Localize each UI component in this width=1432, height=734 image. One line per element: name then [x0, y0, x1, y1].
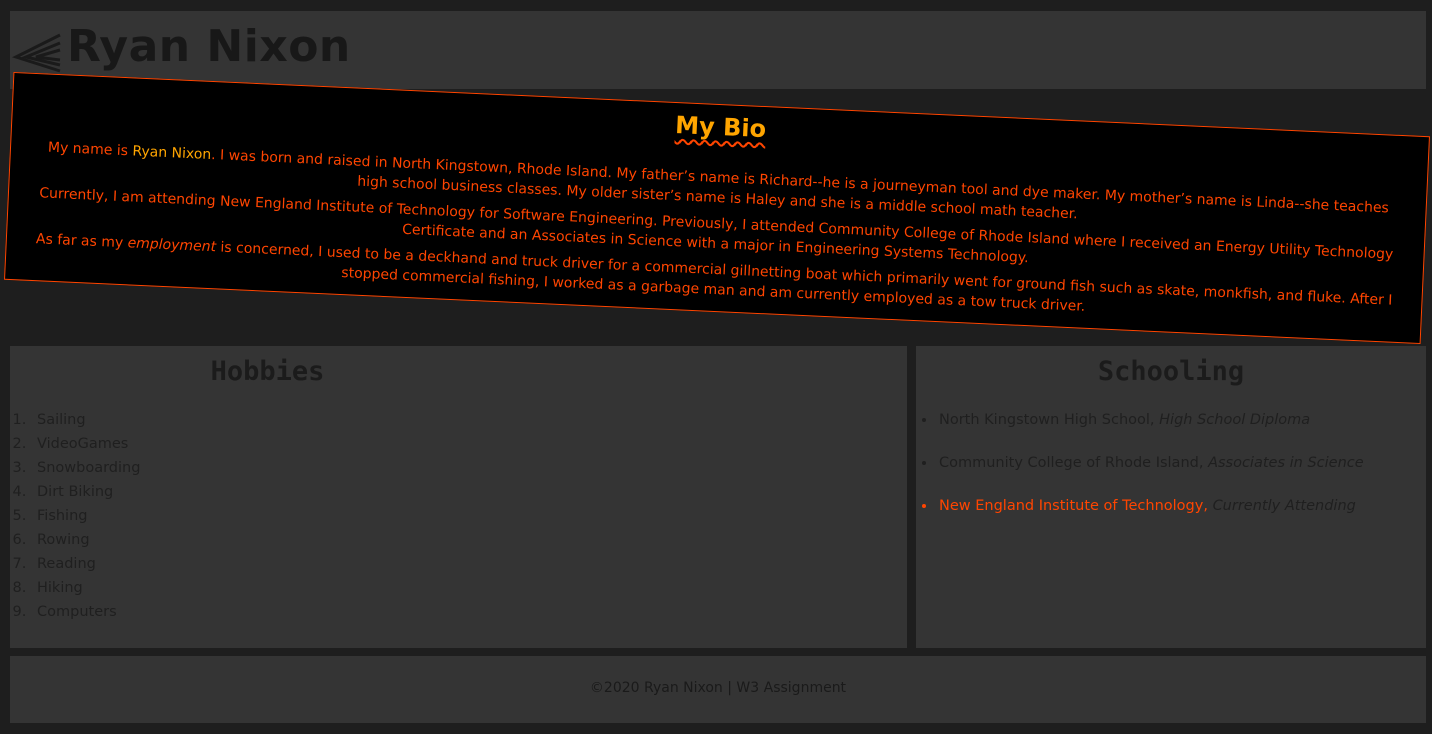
schooling-list: North Kingstown High School, High School…: [916, 408, 1364, 537]
copyright-text: ©2020 Ryan Nixon | W3 Assignment: [589, 680, 847, 696]
list-item: VideoGames: [31, 432, 140, 456]
list-item: Sailing: [31, 408, 140, 432]
list-item: New England Institute of Technology, Cur…: [937, 494, 1364, 537]
list-item: North Kingstown High School, High School…: [937, 408, 1364, 451]
school-name: Community College of Rhode Island,: [939, 455, 1204, 471]
bio-card: My Bio My name is Ryan Nixon. I was born…: [4, 71, 1430, 345]
list-item: Snowboarding: [31, 456, 140, 480]
school-degree: High School Diploma: [1159, 412, 1311, 428]
schooling-title: Schooling: [1097, 356, 1245, 387]
name-highlight: Ryan Nixon: [132, 143, 212, 163]
hobbies-title: Hobbies: [210, 356, 325, 387]
employment-emphasis: employment: [127, 235, 217, 256]
site-title: Ryan Nixon: [67, 21, 351, 72]
schooling-section: Schooling North Kingstown High School, H…: [916, 346, 1426, 648]
triple-chevron-left-icon: [12, 33, 61, 73]
list-item: Hiking: [31, 576, 140, 600]
hobbies-section: Hobbies Sailing VideoGames Snowboarding …: [10, 346, 907, 648]
school-name: New England Institute of Technology,: [939, 498, 1208, 514]
school-name: North Kingstown High School,: [939, 412, 1155, 428]
hobbies-list: Sailing VideoGames Snowboarding Dirt Bik…: [15, 408, 140, 624]
school-degree: Currently Attending: [1212, 498, 1356, 514]
list-item: Computers: [31, 600, 140, 624]
list-item: Rowing: [31, 528, 140, 552]
list-item: Community College of Rhode Island, Assoc…: [937, 451, 1364, 494]
list-item: Dirt Biking: [31, 480, 140, 504]
list-item: Reading: [31, 552, 140, 576]
school-degree: Associates in Science: [1208, 455, 1364, 471]
site-footer: ©2020 Ryan Nixon | W3 Assignment: [10, 656, 1426, 723]
site-header: Ryan Nixon: [10, 11, 1426, 89]
bio-text: My name is Ryan Nixon. I was born and ra…: [27, 137, 1404, 337]
list-item: Fishing: [31, 504, 140, 528]
